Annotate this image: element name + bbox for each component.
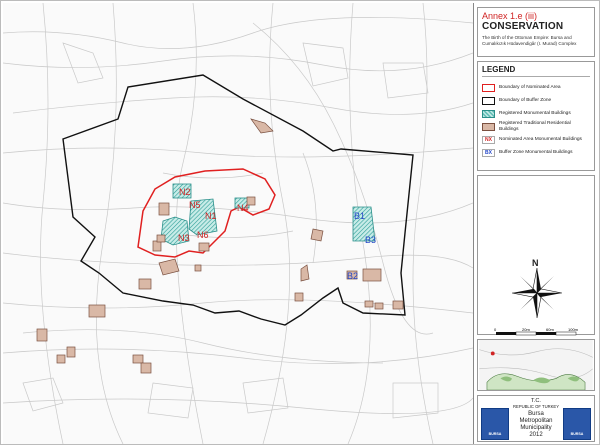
residential-buildings	[36, 118, 404, 374]
logo-right-text: BURSA	[570, 432, 584, 436]
title-block: Annex 1.e (iii) CONSERVATION The Birth o…	[477, 7, 595, 57]
municipality-logo-right: BURSA	[563, 408, 591, 440]
legend-label: Boundary of Buffer Zone	[499, 97, 552, 103]
label-n5: N5	[189, 200, 201, 210]
legend-item-nominated: Boundary of Nominated Area	[482, 81, 590, 94]
scale-label-20: 20m	[522, 327, 530, 332]
compass-rose-icon	[512, 268, 562, 318]
municipality-logo-left: BURSA	[481, 408, 509, 440]
legend-label: Buffer Zone Monumental Buildings	[499, 149, 573, 155]
legend-item-buffer-code: BX Buffer Zone Monumental Buildings	[482, 146, 590, 159]
legend-item-monumental: Registered Monumental Buildings	[482, 107, 590, 120]
credits-block: T.C. REPUBLIC OF TURKEY Bursa Metropolit…	[477, 395, 595, 442]
label-n2: N2	[179, 187, 191, 197]
legend-label: Registered Traditional Residential Build…	[499, 120, 571, 132]
nominated-labels: N1 N2 N3 N4 N5 N6	[178, 187, 249, 243]
label-n3: N3	[178, 233, 190, 243]
legend-label: Nominated Area Monumental Buildings	[499, 136, 582, 142]
black-outline-swatch	[482, 96, 495, 105]
legend-item-buffer: Boundary of Buffer Zone	[482, 94, 590, 107]
red-code-swatch: NX	[482, 135, 495, 144]
side-panel: Annex 1.e (iii) CONSERVATION The Birth o…	[474, 3, 599, 444]
brown-fill-swatch	[482, 122, 495, 131]
scale-bar: 0 20m 60m 100m	[494, 327, 579, 336]
map-canvas: N1 N2 N3 N4 N5 N6 B1 B2 B3	[3, 3, 473, 444]
label-n1: N1	[205, 211, 217, 221]
locator-inset	[477, 339, 595, 391]
compass-panel: N 0 20m 60m 100m	[477, 175, 595, 336]
locator-map	[479, 340, 593, 390]
scale-label-0: 0	[494, 327, 497, 332]
label-b1: B1	[354, 211, 365, 221]
scale-label-100: 100m	[568, 327, 579, 332]
legend: LEGEND Boundary of Nominated Area Bounda…	[477, 61, 595, 171]
map-heading: CONSERVATION	[482, 21, 564, 32]
label-n6: N6	[197, 230, 209, 240]
street-network	[3, 3, 473, 444]
north-label: N	[532, 258, 539, 268]
label-b3: B3	[365, 235, 376, 245]
label-b2: B2	[347, 271, 358, 281]
red-outline-swatch	[482, 83, 495, 92]
hatched-teal-swatch	[482, 109, 495, 118]
legend-item-nominated-code: NX Nominated Area Monumental Buildings	[482, 133, 590, 146]
map-view[interactable]: N1 N2 N3 N4 N5 N6 B1 B2 B3	[3, 3, 474, 444]
scale-label-60: 60m	[546, 327, 554, 332]
annex-label: Annex 1.e (iii)	[482, 11, 538, 21]
map-sheet: N1 N2 N3 N4 N5 N6 B1 B2 B3 Annex 1.e (ii…	[0, 0, 600, 445]
legend-label: Boundary of Nominated Area	[499, 84, 561, 90]
label-n4: N4	[237, 203, 249, 213]
legend-label: Registered Monumental Buildings	[499, 110, 571, 116]
legend-heading: LEGEND	[482, 65, 590, 77]
map-subtitle: The Birth of the Ottoman Empire: Bursa a…	[482, 35, 577, 46]
blue-code-swatch: BX	[482, 148, 495, 157]
legend-item-residential: Registered Traditional Residential Build…	[482, 120, 590, 133]
logo-left-text: BURSA	[488, 432, 502, 436]
